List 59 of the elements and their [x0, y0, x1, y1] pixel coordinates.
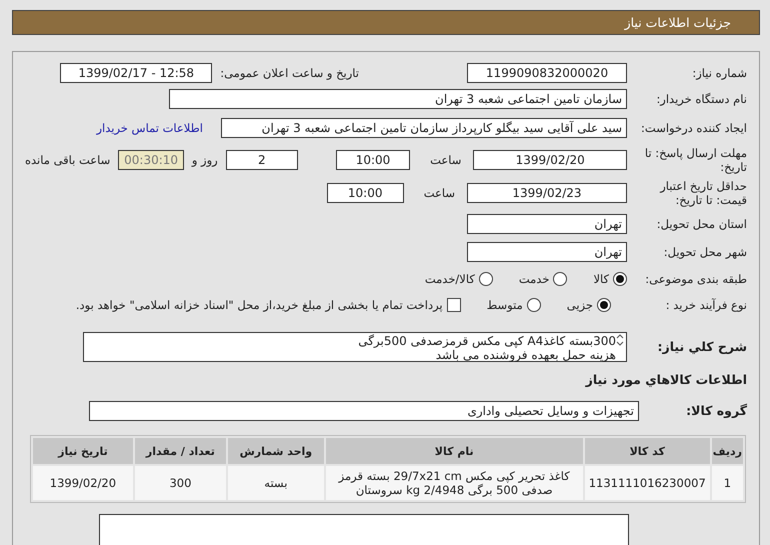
field-label: روز و [192, 153, 218, 167]
input-field: تهران [467, 242, 627, 262]
field-label: شماره نیاز: [691, 66, 747, 80]
table-cell: بسته [228, 466, 324, 500]
column-header: واحد شمارش [228, 438, 324, 464]
radio-option[interactable]: خدمت [518, 272, 568, 286]
section-heading: اطلاعات کالاهاي مورد نياز [586, 372, 747, 386]
date-field: 1399/02/20 [473, 150, 627, 170]
checkbox[interactable] [446, 298, 461, 312]
radio-option[interactable]: متوسط [486, 298, 541, 312]
table-cell: کاغذ تحریر کپی مکس 29/7x21 cm بسته قرمز صدفی 500 برگی 2/4948 kg سروستان [326, 466, 583, 500]
buyer-contact-link[interactable]: اطلاعات تماس خریدار [96, 121, 203, 135]
time-field: 10:00 [326, 183, 404, 203]
field-label: نام دستگاه خریدار: [655, 92, 747, 106]
column-header: تعداد / مقدار [134, 438, 226, 464]
field-label: تاریخ و ساعت اعلان عمومی: [220, 66, 359, 80]
description-text: 300بسته کاغذA4 کپی مکس قرمزصدفی 500برگی هزینه حمل بعهده فروشنده می باشد [357, 334, 616, 360]
field-label: طبقه بندی موضوعی: [644, 272, 747, 286]
input-field: سازمان تامین اجتماعی شعبه 3 تهران [169, 89, 627, 109]
field-label: گروه کالا: [685, 403, 747, 419]
radio-button[interactable] [526, 298, 541, 312]
treasury-checkbox-option[interactable]: پرداخت تمام یا بخشی از مبلغ خرید،از محل "اسناد خزانه اسلامی" خواهد بود. [76, 298, 461, 312]
time-field: 10:00 [336, 150, 410, 170]
table-cell: 1131111016230007 [584, 466, 710, 500]
description-box[interactable]: 300بسته کاغذA4 کپی مکس قرمزصدفی 500برگی هزینه حمل بعهده فروشنده می باشد [83, 332, 627, 362]
radio-option[interactable]: کالا [593, 272, 627, 286]
field-label: ساعت [424, 186, 455, 200]
date-field: 1399/02/23 [467, 183, 627, 203]
table-cell: 1399/02/20 [33, 466, 133, 500]
input-field: 1199090832000020 [467, 63, 627, 83]
radio-option[interactable]: جزیی [566, 298, 611, 312]
table-cell: 300 [134, 466, 226, 500]
field-label: شرح کلي نياز: [656, 339, 747, 355]
radio-button[interactable] [597, 298, 611, 312]
field-label: شهر محل تحویل: [662, 244, 747, 260]
input-field: تجهیزات و وسایل تحصیلی واداری [89, 401, 639, 421]
radio-button[interactable] [613, 272, 627, 286]
column-header: نام کالا [326, 438, 583, 464]
radio-option[interactable]: کالا/خدمت [424, 272, 493, 286]
field-label: استان محل تحویل: [656, 216, 747, 232]
scroll-arrows-icon[interactable] [616, 334, 624, 346]
days-field: 2 [226, 150, 298, 170]
page-header: جزئیات اطلاعات نیاز [12, 10, 760, 35]
field-label: نوع فرآیند خرید : [664, 298, 747, 312]
countdown-field: 00:30:10 [118, 150, 184, 170]
radio-button[interactable] [478, 272, 493, 286]
radio-button[interactable] [553, 272, 568, 286]
field-label: ساعت [430, 153, 462, 167]
table-cell: 1 [712, 466, 743, 500]
column-header: تاریخ نیاز [33, 438, 133, 464]
input-field: سید علی آقایی سید بیگلو کارپرداز سازمان تامین اجتماعی شعبه 3 تهران [221, 118, 627, 138]
field-label: ایجاد کننده درخواست: [640, 120, 747, 136]
input-field: تهران [467, 214, 627, 234]
field-label: حداقل تاریخ اعتبار قیمت: تا تاریخ: [658, 178, 747, 208]
field-label: مهلت ارسال پاسخ: تا تاریخ: [644, 146, 747, 174]
input-field: 1399/02/17 - 12:58 [60, 63, 212, 83]
column-header: کد کالا [584, 438, 710, 464]
field-label: ساعت باقی مانده [24, 153, 110, 167]
column-header: ردیف [712, 438, 743, 464]
